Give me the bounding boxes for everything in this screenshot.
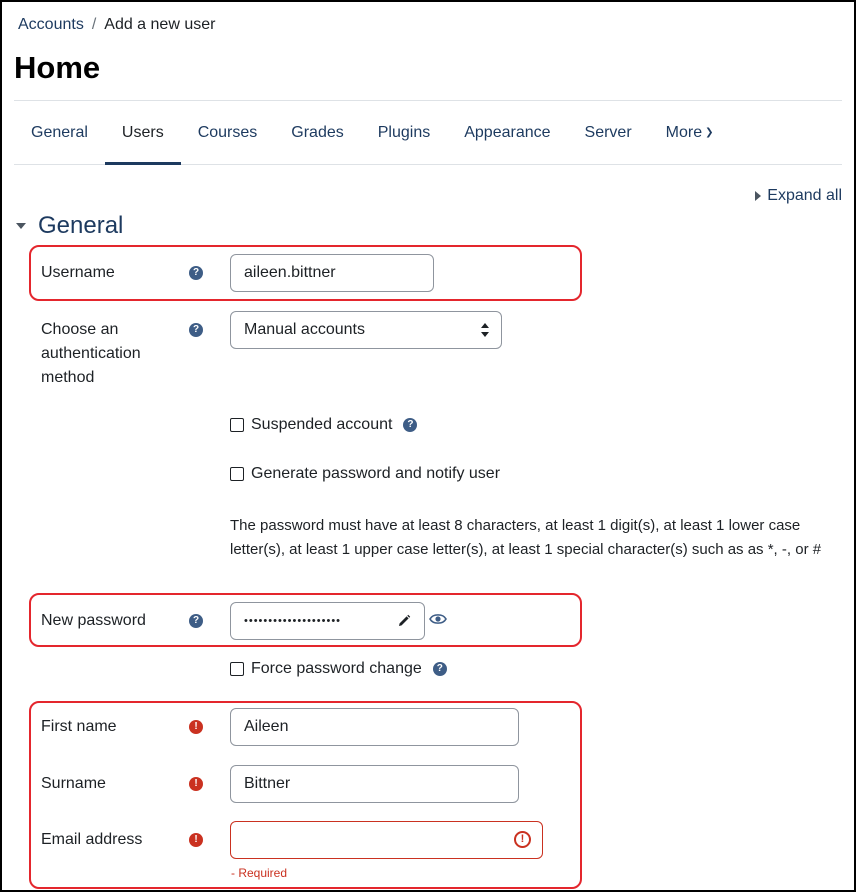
email-label: Email address	[41, 831, 143, 848]
tab-bar: General Users Courses Grades Plugins App…	[14, 102, 842, 165]
tab-general[interactable]: General	[14, 102, 105, 164]
force-change-label: Force password change	[251, 660, 422, 677]
force-change-row: Force password change ?	[230, 660, 447, 678]
exclamation-circle-icon: !	[189, 720, 203, 734]
question-circle-icon[interactable]: ?	[403, 418, 418, 432]
surname-label: Surname	[41, 775, 106, 792]
section-toggle-general[interactable]: General	[16, 212, 123, 240]
eye-icon[interactable]	[429, 612, 447, 626]
tab-courses[interactable]: Courses	[181, 102, 275, 164]
force-change-checkbox[interactable]	[230, 662, 244, 676]
generate-password-row: Generate password and notify user	[230, 465, 500, 483]
tab-plugins[interactable]: Plugins	[361, 102, 447, 164]
suspended-checkbox[interactable]	[230, 418, 244, 432]
new-password-field[interactable]: ••••••••••••••••••••	[230, 602, 425, 640]
page-frame: Accounts / Add a new user Home General U…	[0, 0, 856, 892]
generate-password-label: Generate password and notify user	[251, 465, 501, 482]
suspended-label: Suspended account	[251, 416, 393, 433]
auth-method-select[interactable]: Manual accounts	[230, 311, 502, 349]
email-error-text: - Required	[231, 866, 288, 880]
breadcrumb-separator: /	[91, 16, 97, 33]
sort-arrows-icon	[481, 323, 489, 337]
exclamation-circle-icon: !	[189, 777, 203, 791]
pencil-icon[interactable]	[397, 614, 411, 628]
username-label: Username	[41, 264, 115, 281]
question-circle-icon[interactable]: ?	[432, 662, 447, 676]
password-mask: ••••••••••••••••••••	[244, 615, 342, 627]
expand-all-label: Expand all	[767, 187, 842, 204]
first-name-label: First name	[41, 718, 117, 735]
exclamation-circle-icon: !	[189, 833, 203, 847]
page-title: Home	[14, 50, 101, 85]
username-input[interactable]	[230, 254, 434, 292]
divider	[14, 100, 842, 101]
suspended-row: Suspended account ?	[230, 416, 418, 434]
tab-users[interactable]: Users	[104, 102, 181, 165]
tab-more-label: More	[665, 124, 703, 141]
auth-method-label: Choose an authentication method	[41, 321, 141, 386]
question-circle-icon[interactable]: ?	[189, 323, 203, 337]
caret-right-icon	[755, 191, 762, 201]
email-input[interactable]	[230, 821, 543, 859]
surname-input[interactable]	[230, 765, 519, 803]
caret-down-icon	[16, 223, 26, 229]
password-policy-text: The password must have at least 8 charac…	[230, 517, 822, 558]
generate-password-checkbox[interactable]	[230, 467, 244, 481]
first-name-input[interactable]	[230, 708, 519, 746]
chevron-down-icon: ❯	[705, 127, 714, 138]
tab-grades[interactable]: Grades	[274, 102, 360, 164]
section-title: General	[38, 212, 124, 239]
tab-appearance[interactable]: Appearance	[447, 102, 567, 164]
question-circle-icon[interactable]: ?	[189, 266, 203, 280]
breadcrumb: Accounts / Add a new user	[18, 16, 215, 34]
expand-all-link[interactable]: Expand all	[755, 187, 842, 205]
new-password-label: New password	[41, 612, 146, 629]
breadcrumb-current: Add a new user	[104, 16, 216, 33]
question-circle-icon[interactable]: ?	[189, 614, 203, 628]
auth-method-value: Manual accounts	[244, 321, 365, 338]
breadcrumb-link-accounts[interactable]: Accounts	[18, 16, 84, 34]
tab-server[interactable]: Server	[568, 102, 649, 164]
tab-more[interactable]: More ❯	[649, 102, 731, 164]
exclamation-circle-icon: !	[514, 831, 531, 848]
